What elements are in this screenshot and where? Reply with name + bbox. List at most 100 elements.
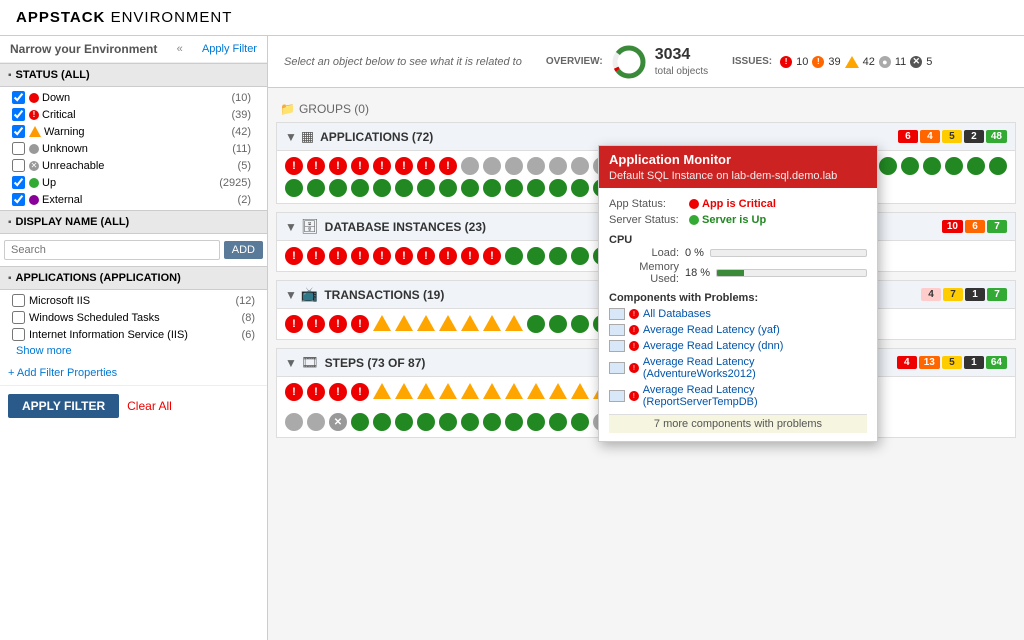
applications-filter-section-header[interactable]: ▪ APPLICATIONS (APPLICATION) — [0, 266, 267, 290]
step-gr2[interactable] — [307, 413, 325, 431]
step-gr1[interactable] — [285, 413, 303, 431]
step-obj-1[interactable]: ! — [285, 383, 303, 401]
db-obj-14[interactable] — [571, 247, 589, 265]
app-obj-35[interactable] — [307, 179, 325, 197]
more-components-link[interactable]: 7 more components with problems — [609, 414, 867, 433]
app-obj-42[interactable] — [461, 179, 479, 197]
step-gg6[interactable] — [461, 413, 479, 431]
status-checkbox-unreachable[interactable] — [12, 159, 25, 172]
db-obj-5[interactable]: ! — [373, 247, 391, 265]
step-gg3[interactable] — [395, 413, 413, 431]
app-obj-38[interactable] — [373, 179, 391, 197]
db-obj-1[interactable]: ! — [285, 247, 303, 265]
apply-filter-button[interactable]: APPLY FILTER — [8, 394, 119, 418]
tx-obj-g3[interactable] — [571, 315, 589, 333]
app-checkbox-scheduled[interactable] — [12, 311, 25, 324]
app-checkbox-iis2[interactable] — [12, 328, 25, 341]
app-obj-34[interactable] — [285, 179, 303, 197]
app-obj-30[interactable] — [923, 157, 941, 175]
step-gg7[interactable] — [483, 413, 501, 431]
popup-component-0[interactable]: ! All Databases — [609, 306, 867, 322]
step-gg10[interactable] — [549, 413, 567, 431]
clear-all-button[interactable]: Clear All — [127, 399, 172, 413]
tx-obj-warn-2[interactable] — [395, 315, 413, 331]
app-obj-7[interactable]: ! — [417, 157, 435, 175]
db-obj-2[interactable]: ! — [307, 247, 325, 265]
app-obj-41[interactable] — [439, 179, 457, 197]
add-filter-link[interactable]: + Add Filter Properties — [0, 361, 267, 385]
app-obj-3[interactable]: ! — [329, 157, 347, 175]
tx-obj-warn-7[interactable] — [505, 315, 523, 331]
popup-component-3[interactable]: ! Average Read Latency (AdventureWorks20… — [609, 354, 867, 382]
step-warn-9[interactable] — [549, 383, 567, 399]
app-obj-33[interactable] — [989, 157, 1007, 175]
db-obj-8[interactable]: ! — [439, 247, 457, 265]
step-gg2[interactable] — [373, 413, 391, 431]
status-checkbox-warning[interactable] — [12, 125, 25, 138]
app-obj-40[interactable] — [417, 179, 435, 197]
app-obj-14[interactable] — [571, 157, 589, 175]
app-obj-28[interactable] — [879, 157, 897, 175]
app-obj-6[interactable]: ! — [395, 157, 413, 175]
search-input[interactable] — [4, 240, 220, 260]
app-obj-37[interactable] — [351, 179, 369, 197]
app-checkbox-iis[interactable] — [12, 294, 25, 307]
app-obj-9[interactable] — [461, 157, 479, 175]
app-obj-46[interactable] — [549, 179, 567, 197]
step-gg4[interactable] — [417, 413, 435, 431]
show-more-link[interactable]: Show more — [8, 343, 259, 359]
app-obj-1[interactable]: ! — [285, 157, 303, 175]
popup-component-4[interactable]: ! Average Read Latency (ReportServerTemp… — [609, 382, 867, 410]
tx-obj-2[interactable]: ! — [307, 315, 325, 333]
app-obj-45[interactable] — [527, 179, 545, 197]
step-warn-10[interactable] — [571, 383, 589, 399]
db-obj-13[interactable] — [549, 247, 567, 265]
tx-obj-warn-3[interactable] — [417, 315, 435, 331]
app-obj-10[interactable] — [483, 157, 501, 175]
status-checkbox-external[interactable] — [12, 193, 25, 206]
step-gg8[interactable] — [505, 413, 523, 431]
status-checkbox-up[interactable] — [12, 176, 25, 189]
app-obj-13[interactable] — [549, 157, 567, 175]
step-warn-6[interactable] — [483, 383, 501, 399]
step-warn-4[interactable] — [439, 383, 457, 399]
app-obj-36[interactable] — [329, 179, 347, 197]
step-obj-4[interactable]: ! — [351, 383, 369, 401]
tx-obj-warn-1[interactable] — [373, 315, 391, 331]
db-obj-3[interactable]: ! — [329, 247, 347, 265]
step-warn-8[interactable] — [527, 383, 545, 399]
app-obj-47[interactable] — [571, 179, 589, 197]
app-obj-31[interactable] — [945, 157, 963, 175]
step-warn-5[interactable] — [461, 383, 479, 399]
popup-component-1[interactable]: ! Average Read Latency (yaf) — [609, 322, 867, 338]
db-obj-10[interactable]: ! — [483, 247, 501, 265]
db-obj-12[interactable] — [527, 247, 545, 265]
status-checkbox-critical[interactable] — [12, 108, 25, 121]
db-obj-6[interactable]: ! — [395, 247, 413, 265]
app-obj-12[interactable] — [527, 157, 545, 175]
app-obj-32[interactable] — [967, 157, 985, 175]
app-obj-5[interactable]: ! — [373, 157, 391, 175]
db-obj-4[interactable]: ! — [351, 247, 369, 265]
step-warn-2[interactable] — [395, 383, 413, 399]
tx-obj-1[interactable]: ! — [285, 315, 303, 333]
step-gg9[interactable] — [527, 413, 545, 431]
db-obj-7[interactable]: ! — [417, 247, 435, 265]
app-obj-11[interactable] — [505, 157, 523, 175]
app-obj-2[interactable]: ! — [307, 157, 325, 175]
display-name-section-header[interactable]: ▪ DISPLAY NAME (ALL) — [0, 210, 267, 234]
db-obj-9[interactable]: ! — [461, 247, 479, 265]
app-obj-29[interactable] — [901, 157, 919, 175]
status-section-header[interactable]: ▪ STATUS (ALL) — [0, 63, 267, 87]
tx-obj-warn-4[interactable] — [439, 315, 457, 331]
step-gg5[interactable] — [439, 413, 457, 431]
status-checkbox-unknown[interactable] — [12, 142, 25, 155]
step-obj-2[interactable]: ! — [307, 383, 325, 401]
tx-obj-g2[interactable] — [549, 315, 567, 333]
tx-obj-4[interactable]: ! — [351, 315, 369, 333]
tx-obj-warn-6[interactable] — [483, 315, 501, 331]
tx-obj-g1[interactable] — [527, 315, 545, 333]
app-obj-44[interactable] — [505, 179, 523, 197]
step-x1[interactable]: ✕ — [329, 413, 347, 431]
step-warn-1[interactable] — [373, 383, 391, 399]
